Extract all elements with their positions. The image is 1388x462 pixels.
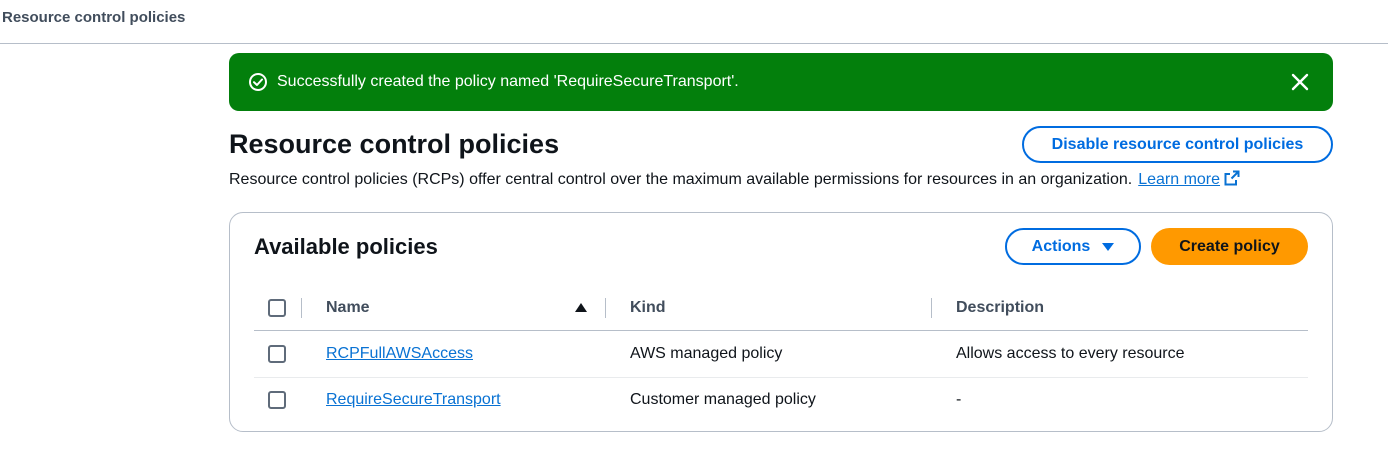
caret-down-icon [1102,242,1115,251]
policy-description: Allows access to every resource [956,345,1185,362]
policy-kind: Customer managed policy [630,391,816,408]
column-divider[interactable] [605,298,606,318]
sort-ascending-icon[interactable] [575,303,587,312]
breadcrumb: Resource control policies [0,0,1388,44]
policy-kind: AWS managed policy [630,345,783,362]
column-header-kind[interactable]: Kind [630,299,666,317]
policy-description: - [956,391,962,408]
row-divider [254,377,1308,378]
table-header-divider [254,330,1308,331]
column-divider[interactable] [931,298,932,318]
column-divider [301,298,302,318]
page-description-text: Resource control policies (RCPs) offer c… [229,171,1133,188]
select-all-checkbox[interactable] [268,299,286,317]
actions-label: Actions [1031,237,1091,255]
external-link-icon [1224,170,1240,186]
disable-rcp-button[interactable]: Disable resource control policies [1022,126,1333,163]
column-header-description[interactable]: Description [956,299,1044,317]
close-icon[interactable] [1289,71,1311,93]
page-title: Resource control policies [229,129,560,159]
row-checkbox[interactable] [268,391,286,409]
create-policy-button[interactable]: Create policy [1151,228,1308,265]
flash-message: Successfully created the policy named 'R… [277,73,739,90]
row-checkbox[interactable] [268,345,286,363]
learn-more-link[interactable]: Learn more [1138,170,1240,188]
success-check-icon [249,73,267,91]
page-description: Resource control policies (RCPs) offer c… [229,170,1240,190]
policy-name-link[interactable]: RequireSecureTransport [326,390,501,410]
breadcrumb-current: Resource control policies [2,9,186,26]
policy-name-link[interactable]: RCPFullAWSAccess [326,344,473,364]
success-flash-banner: Successfully created the policy named 'R… [229,53,1333,111]
actions-dropdown-button[interactable]: Actions [1005,228,1141,265]
panel-title: Available policies [254,234,438,259]
learn-more-label: Learn more [1138,171,1221,188]
column-header-name[interactable]: Name [326,299,370,317]
